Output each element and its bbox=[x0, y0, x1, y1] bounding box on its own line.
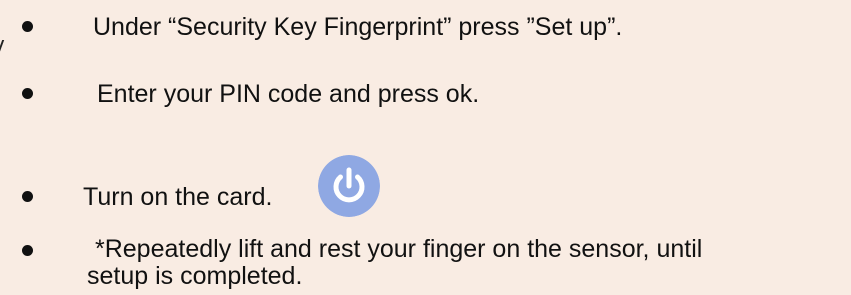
step-4-text: *Repeatedly lift and rest your finger on… bbox=[95, 235, 703, 263]
bullet bbox=[22, 21, 33, 32]
step-3-text: Turn on the card. bbox=[83, 183, 273, 211]
bullet bbox=[22, 245, 33, 256]
step-1-text: Under “Security Key Fingerprint” press ”… bbox=[93, 13, 623, 41]
power-icon bbox=[318, 155, 380, 217]
bullet bbox=[22, 191, 33, 202]
bullet bbox=[22, 88, 33, 99]
step-2-text: Enter your PIN code and press ok. bbox=[97, 80, 480, 108]
step-4-continuation: setup is completed. bbox=[87, 262, 303, 290]
edge-mark bbox=[0, 40, 5, 52]
